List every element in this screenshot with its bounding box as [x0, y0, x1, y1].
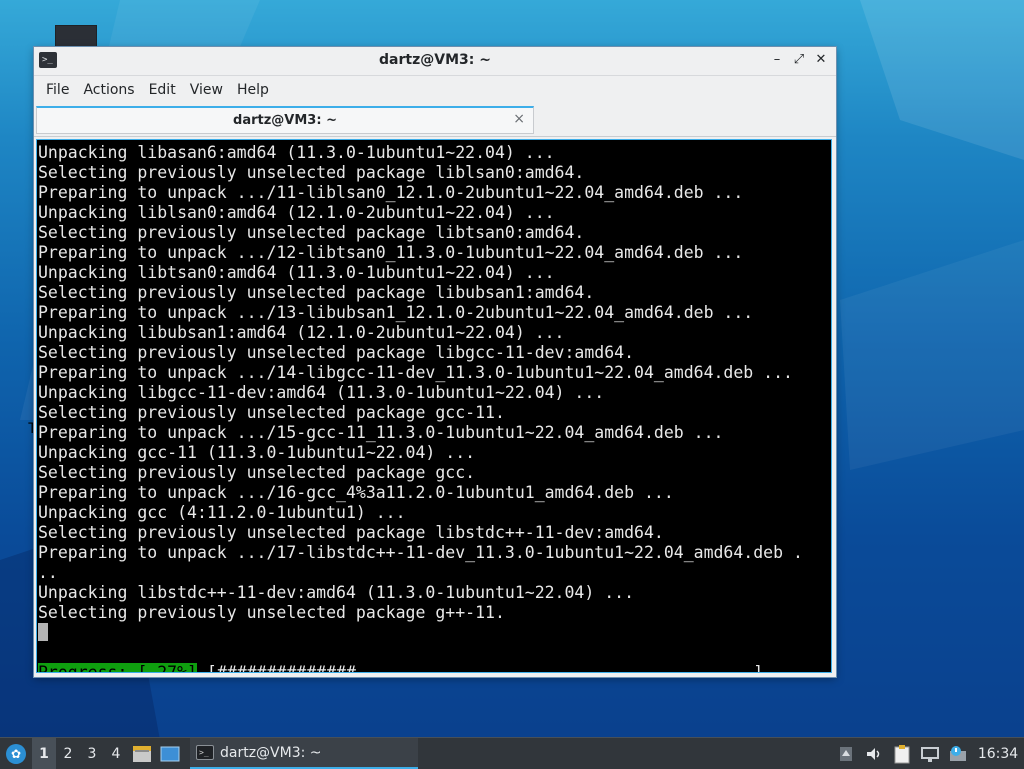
terminal-icon: >_	[196, 745, 214, 760]
progress-label: Progress: [ 27%]	[38, 663, 197, 672]
terminal-line: Unpacking gcc-11 (11.3.0-1ubuntu1~22.04)…	[38, 443, 476, 462]
system-tray: 16:34	[832, 738, 1024, 769]
terminal-line: Unpacking libtsan0:amd64 (11.3.0-1ubuntu…	[38, 263, 555, 282]
tab-label: dartz@VM3: ~	[233, 113, 337, 128]
terminal-line: Selecting previously unselected package …	[38, 283, 595, 302]
terminal-line: Selecting previously unselected package …	[38, 603, 505, 622]
terminal-line: Preparing to unpack .../11-liblsan0_12.1…	[38, 183, 744, 202]
network-icon[interactable]	[916, 738, 944, 769]
taskbar: ✿ 1 2 3 4 >_ dartz@VM3: ~ 16:34	[0, 737, 1024, 769]
desktop-icon	[160, 746, 180, 761]
terminal-line: Selecting previously unselected package …	[38, 403, 505, 422]
window-title: dartz@VM3: ~	[379, 52, 491, 68]
menu-file[interactable]: File	[39, 76, 76, 104]
terminal-line: Preparing to unpack .../17-libstdc++-11-…	[38, 543, 803, 562]
progress-bar-text: [##############.........................…	[196, 663, 764, 673]
menu-actions[interactable]: Actions	[76, 76, 141, 104]
terminal-line: Preparing to unpack .../14-libgcc-11-dev…	[38, 363, 793, 382]
terminal-line: Unpacking libubsan1:amd64 (12.1.0-2ubunt…	[38, 323, 565, 342]
terminal-line: Unpacking libasan6:amd64 (11.3.0-1ubuntu…	[38, 143, 555, 162]
terminal-line: Selecting previously unselected package …	[38, 343, 635, 362]
terminal-line: Unpacking libgcc-11-dev:amd64 (11.3.0-1u…	[38, 383, 605, 402]
show-desktop-launcher[interactable]	[156, 738, 184, 769]
menu-bar: File Actions Edit View Help	[34, 76, 836, 104]
file-manager-launcher[interactable]	[128, 738, 156, 769]
minimize-button[interactable]: –	[768, 51, 786, 69]
volume-icon[interactable]	[860, 738, 888, 769]
workspace-3[interactable]: 3	[80, 738, 104, 769]
terminal-line: Preparing to unpack .../15-gcc-11_11.3.0…	[38, 423, 724, 442]
window-titlebar[interactable]: >_ dartz@VM3: ~ – ⤢ ✕	[34, 47, 836, 76]
terminal-line: Selecting previously unselected package …	[38, 523, 664, 542]
terminal-cursor-line	[38, 623, 831, 643]
desktop-window-thumbnail[interactable]	[55, 25, 97, 49]
close-button[interactable]: ✕	[812, 51, 830, 69]
terminal-line: Unpacking gcc (4:11.2.0-1ubuntu1) ...	[38, 503, 406, 522]
terminal-line: Selecting previously unselected package …	[38, 463, 476, 482]
menu-edit[interactable]: Edit	[142, 76, 183, 104]
lubuntu-logo-icon: ✿	[6, 743, 26, 764]
workspace-1[interactable]: 1	[32, 738, 56, 769]
tab-terminal[interactable]: dartz@VM3: ~ ×	[36, 106, 534, 134]
terminal-line: Preparing to unpack .../13-libubsan1_12.…	[38, 303, 754, 322]
restore-button[interactable]: ⤢	[790, 51, 808, 69]
terminal-line: Preparing to unpack .../12-libtsan0_11.3…	[38, 243, 744, 262]
workspace-4[interactable]: 4	[104, 738, 128, 769]
tray-up-arrow-icon[interactable]	[832, 738, 860, 769]
terminal-line: ..	[38, 563, 58, 582]
taskbar-task-terminal[interactable]: >_ dartz@VM3: ~	[190, 738, 418, 769]
terminal-output[interactable]: Unpacking libasan6:amd64 (11.3.0-1ubuntu…	[36, 139, 832, 673]
terminal-line: Preparing to unpack .../16-gcc_4%3a11.2.…	[38, 483, 674, 502]
start-menu-button[interactable]: ✿	[0, 738, 32, 769]
terminal-line: Selecting previously unselected package …	[38, 223, 585, 242]
clipboard-icon[interactable]	[888, 738, 916, 769]
update-notifier-icon[interactable]	[944, 738, 972, 769]
file-manager-icon	[133, 745, 151, 762]
workspace-2[interactable]: 2	[56, 738, 80, 769]
task-label: dartz@VM3: ~	[220, 744, 322, 761]
terminal-line: Selecting previously unselected package …	[38, 163, 585, 182]
menu-view[interactable]: View	[183, 76, 230, 104]
terminal-line: Unpacking libstdc++-11-dev:amd64 (11.3.0…	[38, 583, 635, 602]
tab-close-icon[interactable]: ×	[513, 111, 525, 127]
terminal-line: Unpacking liblsan0:amd64 (12.1.0-2ubuntu…	[38, 203, 555, 222]
terminal-window: >_ dartz@VM3: ~ – ⤢ ✕ File Actions Edit …	[34, 47, 836, 677]
tab-bar: dartz@VM3: ~ ×	[34, 104, 836, 137]
clock[interactable]: 16:34	[972, 738, 1024, 769]
menu-help[interactable]: Help	[230, 76, 276, 104]
text-cursor	[38, 623, 48, 641]
progress-line: Progress: [ 27%] [##############........…	[38, 663, 831, 673]
